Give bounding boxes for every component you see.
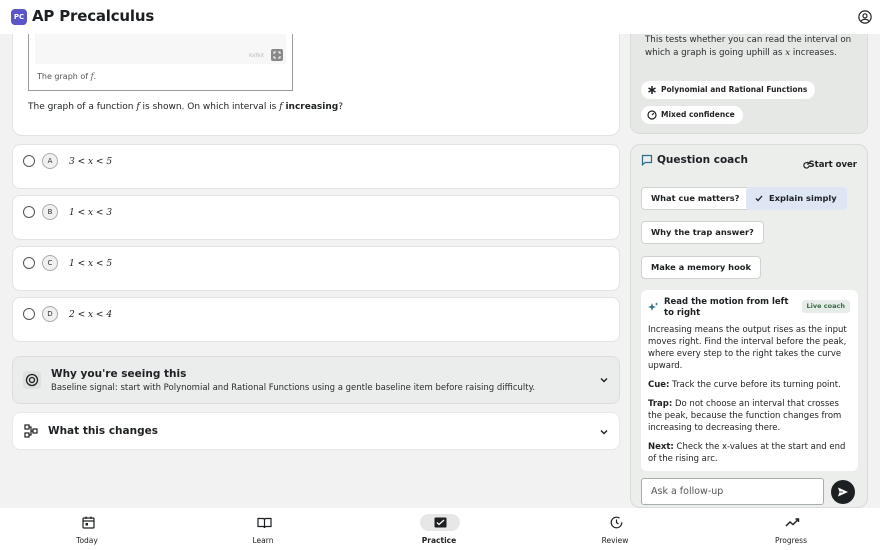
- nav-label: Review: [601, 536, 629, 545]
- chip-explain-simply[interactable]: Explain simply: [746, 187, 847, 210]
- sparkle-icon: [648, 302, 658, 311]
- gauge-icon: [647, 110, 657, 120]
- expand-icon[interactable]: [271, 49, 283, 61]
- nav-label: Practice: [421, 536, 457, 545]
- what-this-changes-panel[interactable]: What this changes: [12, 412, 620, 450]
- side-panel: This tests whether you can read the inte…: [630, 26, 880, 508]
- nav-today[interactable]: Today: [37, 514, 137, 548]
- option-text: 3 < x < 5: [69, 157, 113, 167]
- chevron-down-icon[interactable]: [599, 375, 609, 385]
- radio-button[interactable]: [23, 155, 35, 167]
- nav-practice[interactable]: Practice: [389, 514, 489, 548]
- answer-option-d[interactable]: D 2 < x < 4: [12, 297, 620, 342]
- bottom-navigation: Today Learn Practice Review Progress: [0, 508, 880, 550]
- graph-figure: KaTeX The graph of f.: [28, 24, 293, 91]
- question-coach-panel: Question coach Start over What cue matte…: [630, 144, 868, 508]
- why-title: Why you're seeing this: [51, 368, 187, 380]
- topic-tag: Polynomial and Rational Functions: [641, 81, 816, 99]
- answer-option-a[interactable]: A 3 < x < 5: [12, 144, 620, 189]
- radio-button[interactable]: [23, 257, 35, 269]
- why-subtitle: Baseline signal: start with Polynomial a…: [51, 383, 536, 393]
- radio-button[interactable]: [23, 308, 35, 320]
- practice-icon: [434, 517, 446, 528]
- question-stem: The graph of a function f is shown. On w…: [28, 102, 343, 112]
- send-icon: [838, 487, 848, 497]
- answer-title: Read the motion from left to right: [664, 297, 789, 318]
- nav-label: Today: [76, 536, 98, 545]
- chip-what-cue-matters[interactable]: What cue matters?: [641, 187, 750, 210]
- answer-option-c[interactable]: C 1 < x < 5: [12, 246, 620, 291]
- changes-title: What this changes: [48, 425, 158, 437]
- option-letter: A: [42, 153, 58, 169]
- answer-explanation: Increasing means the output rises as the…: [648, 325, 847, 371]
- top-bar: PC AP Precalculus: [0, 0, 880, 34]
- history-icon: [610, 516, 622, 529]
- asterisk-icon: [648, 86, 656, 94]
- chat-icon: [641, 154, 653, 166]
- answer-option-b[interactable]: B 1 < x < 3: [12, 195, 620, 240]
- answer-trap: Trap: Do not choose an interval that cro…: [648, 399, 842, 433]
- answer-body: Increasing means the output rises as the…: [648, 324, 853, 472]
- app-title: AP Precalculus: [32, 7, 155, 25]
- option-letter: D: [42, 306, 58, 322]
- nav-label: Progress: [774, 536, 807, 545]
- insight-text: This tests whether you can read the inte…: [645, 35, 852, 58]
- answer-cue: Cue: Track the curve before its turning …: [648, 380, 841, 390]
- check-icon: [755, 195, 763, 202]
- graph-watermark: KaTeX: [249, 53, 264, 59]
- chip-why-trap-answer[interactable]: Why the trap answer?: [641, 221, 764, 244]
- start-over-button[interactable]: Start over: [809, 160, 857, 170]
- main-panel: KaTeX The graph of f. The graph of a fun…: [0, 24, 630, 508]
- chip-make-memory-hook[interactable]: Make a memory hook: [641, 256, 761, 279]
- live-coach-badge: Live coach: [801, 300, 850, 313]
- question-card: KaTeX The graph of f. The graph of a fun…: [12, 24, 620, 136]
- why-seeing-this-panel[interactable]: Why you're seeing this Baseline signal: …: [12, 356, 620, 404]
- account-icon[interactable]: [858, 10, 872, 24]
- radio-button[interactable]: [23, 206, 35, 218]
- book-icon: [256, 517, 272, 528]
- coach-title: Question coach: [657, 154, 748, 166]
- graph-caption: The graph of f.: [37, 72, 97, 81]
- follow-up-input[interactable]: [641, 478, 824, 505]
- send-button[interactable]: [831, 480, 855, 504]
- nav-review[interactable]: Review: [565, 514, 665, 548]
- option-text: 1 < x < 3: [69, 208, 113, 218]
- nav-progress[interactable]: Progress: [741, 514, 841, 548]
- answer-next: Next: Check the x-values at the start an…: [648, 442, 846, 464]
- option-letter: C: [42, 255, 58, 271]
- option-letter: B: [42, 204, 58, 220]
- confidence-tag: Mixed confidence: [641, 106, 743, 124]
- insight-card: This tests whether you can read the inte…: [630, 26, 868, 134]
- coach-answer: Read the motion from left to right Live …: [641, 290, 858, 471]
- nav-label: Learn: [252, 536, 274, 545]
- target-icon: [23, 371, 41, 389]
- option-text: 2 < x < 4: [69, 310, 113, 320]
- trend-icon: [785, 518, 799, 527]
- calendar-icon: [81, 516, 95, 529]
- app-logo: PC: [11, 9, 27, 25]
- chevron-down-icon[interactable]: [599, 427, 609, 437]
- diagram-icon: [24, 424, 38, 438]
- nav-learn[interactable]: Learn: [213, 514, 313, 548]
- option-text: 1 < x < 5: [69, 259, 113, 269]
